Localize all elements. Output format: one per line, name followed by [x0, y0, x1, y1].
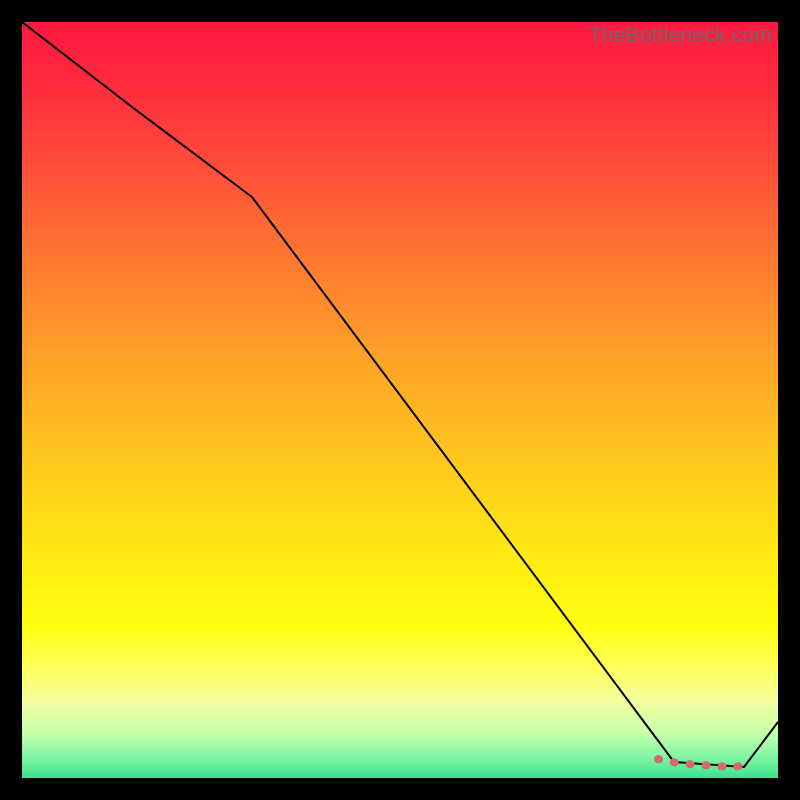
chart-overlay	[22, 22, 778, 778]
plot-area: TheBottleneck.com	[22, 22, 778, 778]
chart-line	[22, 22, 778, 767]
chart-frame: TheBottleneck.com	[0, 0, 800, 800]
